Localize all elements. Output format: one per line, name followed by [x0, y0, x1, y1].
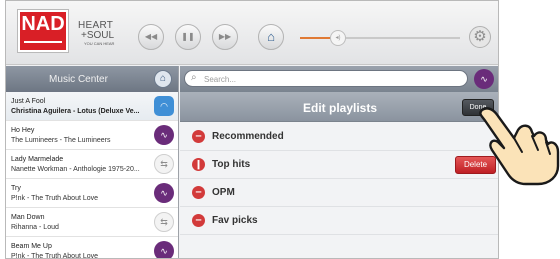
home-icon: ⌂ — [267, 29, 275, 44]
playlist-row: – Recommended — [180, 123, 498, 151]
track-row[interactable]: Try P!nk - The Truth About Love ∿ — [6, 179, 178, 208]
track-row[interactable]: Lady Marmelade Nanette Workman - Antholo… — [6, 150, 178, 179]
track-row[interactable]: Ho Hey The Lumineers - The Lumineers ∿ — [6, 121, 178, 150]
playlist-row: – Fav picks — [180, 207, 498, 235]
home-button[interactable]: ⌂ — [258, 24, 284, 50]
playlist-name: Fav picks — [212, 215, 258, 226]
house-icon: ⌂ — [159, 73, 167, 84]
track-artist-album: Rihanna - Loud — [11, 224, 59, 231]
playlist-name: Top hits — [212, 159, 251, 170]
previous-button[interactable]: ◀◀ — [138, 24, 164, 50]
next-icon: ▶▶ — [218, 32, 232, 41]
track-artist-album: P!nk - The Truth About Love — [11, 195, 99, 202]
cloud-source-icon: ◠ — [154, 96, 174, 116]
search-icon: ⌕ — [191, 72, 197, 83]
music-center-header: Music Center ⌂ — [6, 66, 178, 92]
track-artist-album: Christina Aguilera - Lotus (Deluxe Ve... — [11, 108, 140, 115]
volume-slider-fill — [300, 37, 330, 39]
usb-source-icon: ⇆ — [154, 212, 174, 232]
track-row[interactable]: Just A Fool Christina Aguilera - Lotus (… — [6, 92, 178, 121]
volume-slider-track[interactable] — [346, 37, 460, 39]
music-center-home-button[interactable]: ⌂ — [154, 70, 172, 88]
speaker-icon: ◂) — [335, 35, 341, 41]
play-pause-button[interactable]: ❚❚ — [175, 24, 201, 50]
track-title: Try — [11, 185, 21, 192]
header-bar: NAD HEART +SOUL YOU CAN HEAR ◀◀ ❚❚ ▶▶ ⌂ … — [6, 1, 498, 65]
playlist-row: – OPM — [180, 179, 498, 207]
gear-icon: ⚙ — [473, 28, 487, 45]
search-input[interactable] — [204, 73, 459, 85]
previous-icon: ◀◀ — [144, 32, 158, 41]
nad-logo: NAD — [18, 10, 68, 52]
track-artist-album: Nanette Workman - Anthologie 1975-20... — [11, 166, 140, 173]
streaming-service-button[interactable]: ∿ — [474, 69, 494, 89]
track-title: Beam Me Up — [11, 243, 52, 250]
track-title: Lady Marmelade — [11, 156, 64, 163]
streaming-source-icon: ∿ — [154, 241, 174, 258]
logo-line-tagline: YOU CAN HEAR — [84, 41, 115, 46]
app-window: NAD HEART +SOUL YOU CAN HEAR ◀◀ ❚❚ ▶▶ ⌂ … — [5, 0, 499, 259]
track-artist-album: The Lumineers - The Lumineers — [11, 137, 111, 144]
remove-circle-icon[interactable]: – — [192, 214, 205, 227]
search-field[interactable]: ⌕ — [184, 70, 468, 87]
remove-circle-rotated-icon[interactable]: ❙ — [192, 158, 205, 171]
streaming-source-icon: ∿ — [154, 125, 174, 145]
streaming-source-icon: ∿ — [154, 183, 174, 203]
track-artist-album: P!nk - The Truth About Love — [11, 253, 99, 259]
music-center-panel: Music Center ⌂ Just A Fool Christina Agu… — [6, 66, 179, 259]
playlist-name: OPM — [212, 187, 235, 198]
edit-playlists-title: Edit playlists — [302, 101, 378, 115]
remove-circle-icon[interactable]: – — [192, 186, 205, 199]
heart-soul-logo: HEART +SOUL YOU CAN HEAR — [78, 21, 114, 47]
remove-circle-icon[interactable]: – — [192, 130, 205, 143]
logo-line-soul: +SOUL — [81, 30, 115, 41]
music-center-title: Music Center — [49, 74, 108, 85]
pause-icon: ❚❚ — [181, 32, 195, 41]
playlists-panel: ⌕ ∿ Edit playlists Done – Recommended ❙ … — [180, 66, 498, 258]
track-row[interactable]: Beam Me Up P!nk - The Truth About Love ∿ — [6, 237, 178, 259]
track-row[interactable]: Man Down Rihanna - Loud ⇆ — [6, 208, 178, 237]
edit-playlists-bar: Edit playlists Done — [180, 92, 498, 122]
track-title: Man Down — [11, 214, 45, 221]
volume-slider-handle[interactable]: ◂) — [330, 30, 346, 46]
usb-source-icon: ⇆ — [154, 154, 174, 174]
track-title: Just A Fool — [11, 98, 46, 105]
playlist-name: Recommended — [212, 131, 284, 142]
next-button[interactable]: ▶▶ — [212, 24, 238, 50]
settings-button[interactable]: ⚙ — [469, 26, 491, 48]
track-title: Ho Hey — [11, 127, 35, 134]
playlist-row: ❙ Top hits Delete — [180, 151, 498, 179]
search-bar: ⌕ ∿ — [180, 66, 498, 92]
pointing-hand-icon — [479, 107, 560, 186]
